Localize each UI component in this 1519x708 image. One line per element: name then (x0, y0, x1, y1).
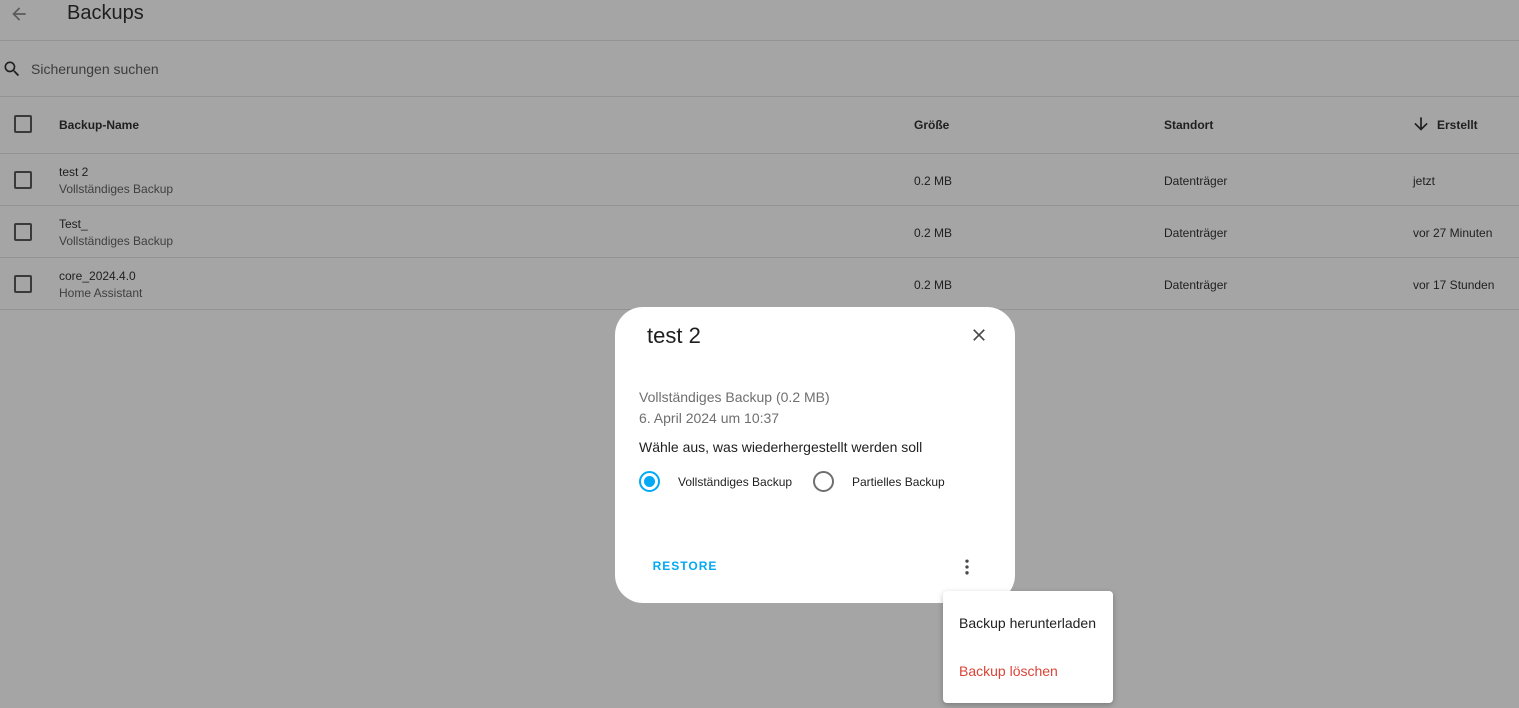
close-icon (973, 329, 985, 341)
column-header-size[interactable]: Größe (914, 118, 949, 132)
restore-button[interactable]: RESTORE (639, 548, 731, 584)
table-row[interactable]: core_2024.4.0 Home Assistant 0.2 MB Date… (0, 258, 1519, 310)
search-bar (0, 41, 1519, 97)
backup-created: vor 27 Minuten (1413, 226, 1493, 240)
backups-table: Backup-Name Größe Standort Erstellt test… (0, 97, 1519, 310)
menu-item-download[interactable]: Backup herunterladen (943, 599, 1113, 647)
more-options-button[interactable] (955, 555, 979, 579)
table-row[interactable]: Test_ Vollständiges Backup 0.2 MB Datent… (0, 206, 1519, 258)
column-header-location[interactable]: Standort (1164, 118, 1213, 132)
backup-location: Datenträger (1164, 174, 1228, 188)
backup-location: Datenträger (1164, 278, 1228, 292)
search-input[interactable] (31, 59, 631, 79)
backup-size: 0.2 MB (914, 174, 953, 188)
backup-type: Vollständiges Backup (59, 234, 174, 248)
search-icon (4, 61, 20, 77)
row-checkbox[interactable] (14, 171, 32, 189)
table-header-row: Backup-Name Größe Standort Erstellt (0, 97, 1519, 154)
overflow-menu: Backup herunterladen Backup löschen (943, 591, 1113, 703)
page-title: Backups (67, 2, 144, 24)
more-vertical-icon (965, 559, 969, 575)
table-row[interactable]: test 2 Vollständiges Backup 0.2 MB Daten… (0, 154, 1519, 206)
restore-question: Wähle aus, was wiederhergestellt werden … (639, 439, 923, 455)
arrow-left-icon (12, 7, 26, 21)
row-checkbox[interactable] (14, 223, 32, 241)
column-header-name[interactable]: Backup-Name (59, 118, 139, 132)
radio-partial-backup-label[interactable]: Partielles Backup (852, 475, 945, 489)
backup-summary: Vollständiges Backup (0.2 MB) (639, 389, 830, 405)
radio-full-backup[interactable] (639, 471, 660, 492)
radio-partial-backup[interactable] (813, 471, 834, 492)
backup-location: Datenträger (1164, 226, 1228, 240)
backup-name: Test_ (59, 217, 88, 231)
backup-size: 0.2 MB (914, 226, 953, 240)
top-app-bar: Backups (0, 0, 1519, 41)
backup-created: jetzt (1413, 174, 1436, 188)
backup-type: Home Assistant (59, 286, 143, 300)
close-button[interactable] (967, 323, 991, 347)
backup-name: test 2 (59, 165, 89, 179)
backup-date: 6. April 2024 um 10:37 (639, 410, 780, 426)
dialog-title: test 2 (647, 323, 701, 348)
backup-created: vor 17 Stunden (1413, 278, 1495, 292)
column-header-created[interactable]: Erstellt (1437, 118, 1478, 132)
backup-size: 0.2 MB (914, 278, 953, 292)
backup-type: Vollständiges Backup (59, 182, 174, 196)
backup-name: core_2024.4.0 (59, 269, 136, 283)
menu-item-delete[interactable]: Backup löschen (943, 647, 1113, 695)
row-checkbox[interactable] (14, 275, 32, 293)
select-all-checkbox[interactable] (14, 115, 32, 133)
radio-full-backup-label[interactable]: Vollständiges Backup (678, 475, 792, 489)
arrow-down-icon[interactable] (1411, 114, 1431, 134)
back-button[interactable] (6, 1, 32, 27)
backup-details-dialog: test 2 Vollständiges Backup (0.2 MB) 6. … (615, 307, 1015, 603)
